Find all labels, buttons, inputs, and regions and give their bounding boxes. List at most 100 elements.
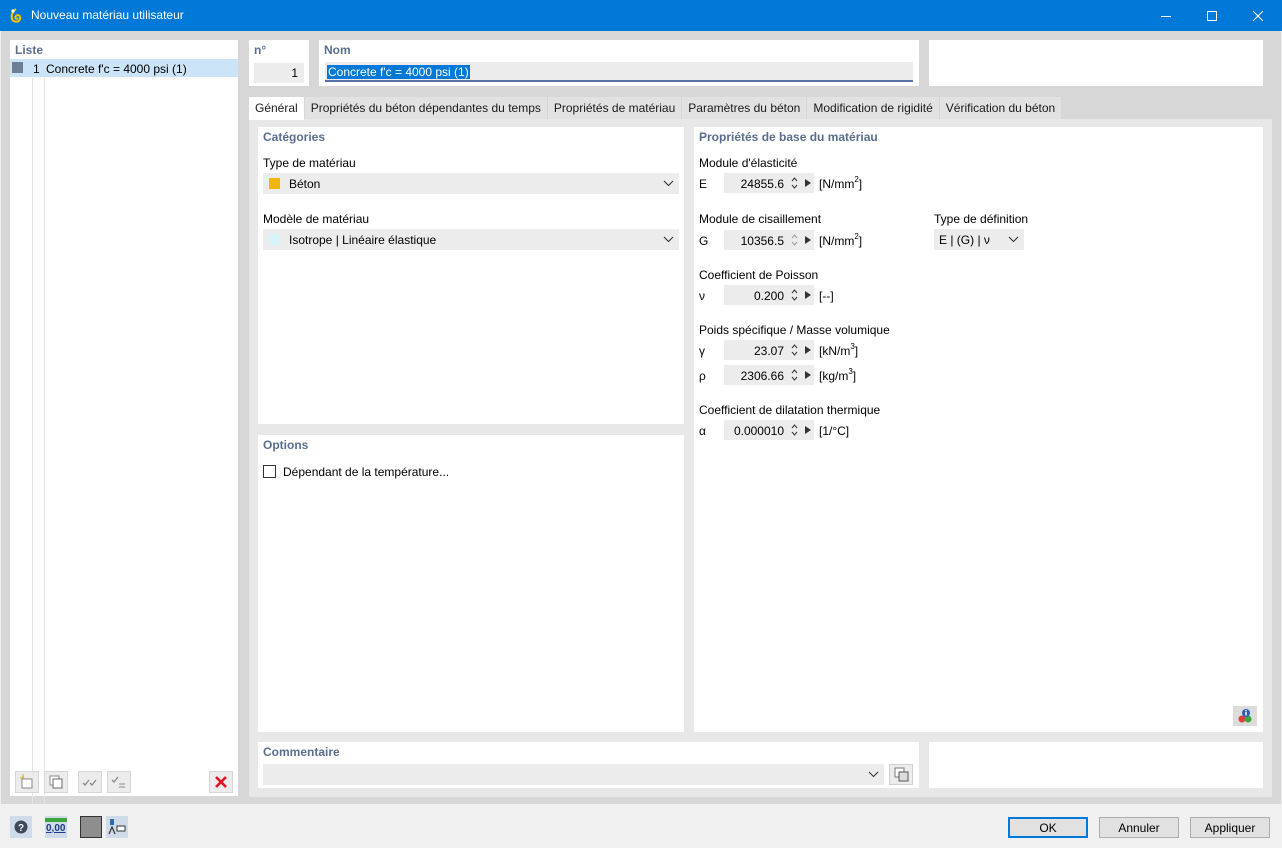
g-input[interactable]: 10356.5 [724, 230, 814, 250]
list-panel: Liste 1 Concrete f'c = 4000 psi (1) [10, 40, 238, 804]
material-model-dropdown[interactable]: Isotrope | Linéaire élastique [263, 229, 679, 250]
categories-panel: Catégories Type de matériau Béton Modèle… [258, 127, 684, 424]
maximize-button[interactable] [1189, 0, 1235, 31]
poisson-label: Coefficient de Poisson [699, 268, 819, 282]
g-symbol: G [699, 234, 709, 248]
play-arrow-icon[interactable] [805, 346, 811, 354]
spinner-icon[interactable] [791, 287, 798, 303]
help-button[interactable]: ? [10, 816, 32, 838]
material-info-icon [1238, 709, 1252, 723]
temperature-label: Dépendant de la température... [283, 465, 450, 479]
play-arrow-icon[interactable] [805, 236, 811, 244]
decimals-button[interactable]: 0,00 [45, 816, 67, 838]
weight-label: Poids spécifique / Masse volumique [699, 323, 890, 337]
list-item-number: 1 [33, 62, 40, 76]
check-swap-icon [111, 776, 125, 788]
e-input[interactable]: 24855.6 [724, 173, 814, 193]
units-button[interactable] [106, 816, 128, 838]
rho-symbol: ρ [699, 369, 706, 383]
comment-dropdown[interactable] [263, 764, 884, 785]
nu-value: 0.200 [753, 289, 784, 303]
temperature-checkbox[interactable] [263, 465, 276, 478]
tree-line [32, 78, 33, 804]
number-panel: n° 1 [249, 40, 309, 86]
e-value: 24855.6 [740, 177, 784, 191]
material-info-button[interactable] [1233, 706, 1257, 726]
list-item[interactable]: 1 Concrete f'c = 4000 psi (1) [10, 59, 238, 77]
elastic-modulus-label: Module d'élasticité [699, 156, 798, 170]
categories-title: Catégories [263, 130, 326, 144]
material-type-value: Béton [289, 177, 321, 191]
play-arrow-icon[interactable] [805, 179, 811, 187]
window-title: Nouveau matériau utilisateur [31, 8, 184, 22]
name-value: Concrete f'c = 4000 psi (1) [327, 65, 470, 79]
nu-symbol: ν [699, 289, 705, 303]
play-arrow-icon[interactable] [805, 426, 811, 434]
spinner-icon[interactable] [791, 342, 798, 358]
tab-bar: Général Propriétés du béton dépendantes … [249, 97, 1062, 120]
tab-concrete-check[interactable]: Vérification du béton [939, 97, 1062, 119]
definition-type-value: E | (G) | ν [939, 233, 990, 247]
alpha-symbol: α [699, 424, 706, 438]
material-color-swatch [12, 62, 23, 73]
bottom-bar: ? 0,00 OK Annuler Appliquer [1, 804, 1281, 847]
comment-title: Commentaire [263, 745, 340, 759]
gamma-input[interactable]: 23.07 [724, 340, 814, 360]
play-arrow-icon[interactable] [805, 371, 811, 379]
decimals-bar [45, 818, 67, 822]
alpha-unit: [1/°C] [819, 424, 850, 438]
spinner-icon[interactable] [791, 175, 798, 191]
number-field[interactable]: 1 [254, 63, 304, 83]
number-label: n° [254, 43, 267, 57]
copy-material-button[interactable] [44, 771, 68, 793]
material-type-dropdown[interactable]: Béton [263, 173, 679, 194]
cancel-button[interactable]: Annuler [1099, 817, 1179, 838]
tab-general[interactable]: Général [249, 97, 304, 120]
maximize-icon [1207, 10, 1217, 21]
new-material-button[interactable] [15, 771, 39, 793]
concrete-color-swatch [269, 178, 280, 189]
properties-panel: Propriétés de base du matériau Module d'… [694, 127, 1263, 732]
thermal-label: Coefficient de dilatation thermique [699, 403, 881, 417]
material-model-label: Modèle de matériau [263, 212, 370, 226]
properties-title: Propriétés de base du matériau [699, 130, 878, 144]
spinner-icon[interactable] [791, 232, 798, 248]
g-value: 10356.5 [740, 234, 784, 248]
name-input[interactable]: Concrete f'c = 4000 psi (1) [325, 62, 913, 82]
list-title: Liste [15, 43, 44, 57]
nu-input[interactable]: 0.200 [724, 285, 814, 305]
play-arrow-icon[interactable] [805, 291, 811, 299]
color-button[interactable] [80, 816, 102, 838]
tab-material-properties[interactable]: Propriétés de matériau [547, 97, 682, 119]
copy-icon [49, 775, 63, 789]
material-type-label: Type de matériau [263, 156, 356, 170]
check-button[interactable] [78, 771, 102, 793]
tab-concrete-parameters[interactable]: Paramètres du béton [682, 97, 807, 119]
gamma-unit: [kN/m3] [819, 342, 859, 358]
units-icon [108, 819, 126, 835]
definition-type-label: Type de définition [934, 212, 1029, 226]
definition-type-dropdown[interactable]: E | (G) | ν [934, 229, 1024, 250]
apply-button[interactable]: Appliquer [1190, 817, 1270, 838]
spinner-icon[interactable] [791, 367, 798, 383]
ok-button[interactable]: OK [1008, 817, 1088, 838]
gamma-symbol: γ [699, 344, 705, 358]
alpha-input[interactable]: 0.000010 [724, 420, 814, 440]
list-item-name: Concrete f'c = 4000 psi (1) [46, 62, 187, 76]
rho-input[interactable]: 2306.66 [724, 365, 814, 385]
checklist-icon [82, 779, 97, 786]
check-rename-button[interactable] [107, 771, 131, 793]
tab-time-dependent[interactable]: Propriétés du béton dépendantes du temps [304, 97, 547, 119]
new-item-icon [20, 774, 33, 789]
delete-button[interactable] [209, 771, 233, 793]
delete-icon [215, 776, 227, 788]
close-button[interactable] [1235, 0, 1281, 31]
tab-stiffness-modification[interactable]: Modification de rigidité [807, 97, 939, 119]
options-title: Options [263, 438, 309, 452]
chevron-down-icon [1008, 236, 1019, 243]
name-panel: Nom Concrete f'c = 4000 psi (1) [319, 40, 919, 86]
spinner-icon[interactable] [791, 422, 798, 438]
minimize-button[interactable] [1143, 0, 1189, 31]
comment-library-button[interactable] [889, 764, 913, 785]
material-model-value: Isotrope | Linéaire élastique [289, 233, 437, 247]
